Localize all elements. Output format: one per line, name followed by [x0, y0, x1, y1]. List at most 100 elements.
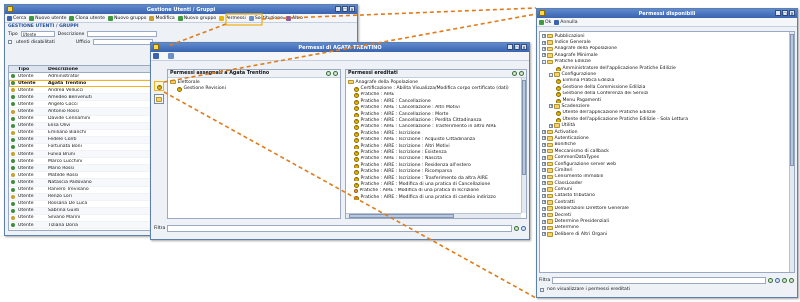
search-icon[interactable] — [768, 278, 773, 283]
expand-icon[interactable]: + — [542, 53, 546, 58]
collapse-icon[interactable]: - — [542, 59, 546, 64]
tipo-select[interactable]: Utente — [20, 31, 55, 37]
zoom-out-icon[interactable] — [333, 71, 338, 76]
table-row[interactable]: Utente Andrea Vellucci — [9, 87, 152, 95]
avail-window-titlebar[interactable]: Permessi disponibili _ □ × — [537, 9, 797, 18]
inherited-hscrollbar[interactable] — [346, 213, 521, 218]
maximize-button[interactable]: □ — [782, 10, 788, 16]
table-row[interactable]: Utente Agata Trentino — [9, 80, 152, 88]
users-window-titlebar[interactable]: Gestione Utenti / Gruppi _ □ × — [5, 5, 357, 14]
table-row[interactable]: Utente Sabrina Guidi — [9, 207, 152, 215]
expand-icon[interactable]: + — [542, 162, 546, 166]
expand-icon[interactable]: + — [549, 123, 553, 128]
close-button[interactable]: × — [521, 44, 527, 50]
table-row[interactable]: Utente Raniero Trevisano — [9, 187, 152, 194]
clear-filter-icon[interactable] — [521, 226, 526, 231]
expand-icon[interactable]: + — [542, 142, 546, 147]
table-row[interactable]: Utente Amedeo Benvenuti — [9, 94, 152, 102]
toolbar-item-nuovo-gruppo[interactable]: Nuovo gruppo — [107, 15, 146, 21]
cancel-button[interactable]: Annulla — [554, 19, 578, 25]
toolbar-item-modifica[interactable]: Modifica — [149, 15, 175, 21]
toolbar-item-altro[interactable]: Altro — [285, 15, 303, 21]
expand-icon[interactable]: + — [542, 168, 546, 173]
table-row[interactable]: Utente Elisa Olivi — [9, 122, 152, 130]
table-row[interactable]: Utente Rossana De Luca — [9, 201, 152, 208]
table-row[interactable]: Utente Angelo Cocci — [9, 101, 152, 109]
maximize-button[interactable]: □ — [514, 44, 520, 50]
close-button[interactable]: × — [789, 10, 795, 16]
zoom-in-icon[interactable] — [326, 71, 331, 76]
table-row[interactable]: UtenteVanessa Nardi — [9, 229, 152, 231]
expand-icon[interactable]: + — [542, 193, 546, 198]
col-tipo[interactable]: Tipo — [17, 67, 47, 72]
save-icon[interactable] — [153, 53, 159, 59]
expand-icon[interactable]: + — [542, 213, 546, 218]
refresh-icon[interactable] — [168, 53, 174, 59]
toolbar-item-permessi[interactable]: Permessi — [219, 15, 246, 21]
table-row[interactable]: Utente Matilde Rossi — [9, 172, 152, 180]
table-row[interactable]: Utente Fedele Conti — [9, 136, 152, 144]
expand-icon[interactable]: + — [542, 174, 546, 179]
ok-button[interactable]: Ok — [539, 19, 551, 25]
minimize-button[interactable]: _ — [335, 6, 341, 12]
expand-icon[interactable]: + — [542, 206, 546, 211]
table-row[interactable]: Utente Fortunata Boni — [9, 144, 152, 152]
table-row[interactable]: Utente Renzo Lori — [9, 193, 152, 201]
expand-icon[interactable]: + — [542, 155, 546, 160]
tree-node[interactable]: Gestione Revisioni — [170, 85, 338, 92]
table-row[interactable]: Utente Silvano Marini — [9, 215, 152, 222]
table-row[interactable]: Utente Davide Cennamini — [9, 116, 152, 123]
zoom-out-icon[interactable] — [519, 71, 524, 76]
col-descrizione[interactable]: Descrizione — [47, 67, 152, 72]
minimize-button[interactable]: _ — [507, 44, 513, 50]
expand-icon[interactable]: + — [542, 34, 546, 39]
hide-inherited-checkbox[interactable] — [540, 287, 544, 292]
toolbar-item-nuovo-gruppo[interactable]: Nuovo gruppo — [177, 15, 216, 21]
minimize-button[interactable]: _ — [775, 10, 781, 16]
toolbar-item-clona-utente[interactable]: Clona utente — [69, 15, 105, 21]
clear-filter-icon[interactable] — [775, 278, 780, 283]
close-button[interactable]: × — [349, 6, 355, 12]
table-row[interactable]: Utente Marco Lucchini — [9, 158, 152, 166]
zoom-out-icon[interactable] — [789, 278, 794, 283]
filter-input[interactable] — [552, 277, 766, 284]
table-row[interactable]: Utente Antonio Rossi — [9, 108, 152, 116]
expand-icon[interactable]: + — [542, 130, 546, 135]
expand-icon[interactable]: + — [542, 40, 546, 45]
expand-icon[interactable]: + — [542, 136, 546, 141]
expand-icon[interactable]: + — [542, 181, 546, 186]
disabled-users-checkbox[interactable] — [8, 40, 12, 44]
zoom-in-icon[interactable] — [782, 278, 787, 283]
table-row[interactable]: Utente Fulvia Bruni — [9, 151, 152, 159]
collapse-icon[interactable]: - — [549, 72, 553, 77]
table-row[interactable]: Utente Natascia Padovano — [9, 179, 152, 187]
ufficio-input[interactable] — [93, 39, 154, 45]
add-permission-button[interactable] — [154, 81, 164, 91]
descrizione-input[interactable] — [87, 31, 158, 37]
available-scrollbar[interactable] — [789, 32, 794, 272]
tree-node[interactable]: + Delibere di Altri Organi — [542, 231, 788, 237]
tree-node[interactable]: Pratiche : AIRE : Cancellazione : Trasfe… — [348, 124, 520, 131]
toolbar-item-nuovo-utente[interactable]: Nuovo utente — [29, 15, 66, 21]
tree-node[interactable]: Pratiche : AIRE : Modifica di una pratic… — [348, 194, 520, 201]
remove-permission-button[interactable] — [154, 94, 164, 104]
maximize-button[interactable]: □ — [342, 6, 348, 12]
expand-icon[interactable]: + — [549, 104, 553, 109]
expand-icon[interactable]: + — [542, 187, 546, 192]
toolbar-item-cerca[interactable]: Cerca — [7, 15, 26, 21]
inherited-scrollbar[interactable] — [521, 78, 526, 213]
expand-icon[interactable]: + — [542, 225, 546, 230]
expand-icon[interactable]: + — [542, 219, 546, 224]
filter-input[interactable] — [167, 225, 512, 232]
expand-icon[interactable]: + — [542, 200, 546, 205]
table-row[interactable]: Utente Tiziana Doria — [9, 221, 152, 230]
expand-icon[interactable]: + — [542, 232, 546, 237]
zoom-in-icon[interactable] — [512, 71, 517, 76]
tree-node[interactable]: Certificazione : Abilita Visualizza/Modi… — [348, 85, 520, 92]
table-row[interactable]: Utente Emiliano Bianchi — [9, 130, 152, 137]
toolbar-item-sostituzione[interactable]: Sostituzione — [248, 15, 283, 21]
expand-icon[interactable]: + — [542, 149, 546, 154]
table-row[interactable]: Utente Mario Rossi — [9, 165, 152, 173]
expand-icon[interactable]: + — [542, 46, 546, 51]
table-row[interactable]: Utente Administrator — [9, 73, 152, 81]
